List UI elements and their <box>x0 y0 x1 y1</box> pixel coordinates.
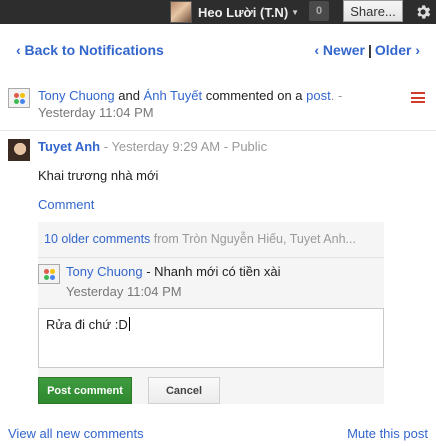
notification-trailing: . - <box>330 88 343 103</box>
chevron-down-icon: ▼ <box>291 7 300 17</box>
pager: ‹ Newer | Older › <box>314 42 420 58</box>
divider <box>38 257 384 258</box>
app-icon <box>8 88 30 108</box>
top-bar: Heo Lười (T.N) ▼ 0 Share... <box>0 0 436 24</box>
older-link[interactable]: Older › <box>375 42 420 58</box>
comment-link[interactable]: Comment <box>38 197 94 212</box>
older-comments-authors: from Tròn Nguyễn Hiếu, Tuyet Anh... <box>150 232 356 246</box>
comment-time: Yesterday 11:04 PM <box>66 284 182 299</box>
notification-summary: Tony Chuong and Ánh Tuyết commented on a… <box>0 86 436 126</box>
account-menu[interactable]: Heo Lười (T.N) ▼ <box>170 0 299 24</box>
comment-input[interactable]: Rửa đi chứ :D <box>38 308 384 368</box>
app-icon <box>38 264 60 284</box>
view-all-comments-link[interactable]: View all new comments <box>8 426 144 441</box>
older-comments-link[interactable]: 10 older comments <box>44 232 150 246</box>
post-time[interactable]: - Yesterday 9:29 AM - <box>104 139 228 154</box>
pager-separator: | <box>367 42 372 58</box>
gear-icon <box>416 5 430 19</box>
avatar[interactable] <box>8 139 30 161</box>
back-to-notifications-link[interactable]: ‹ Back to Notifications <box>16 42 164 58</box>
post-body: Khai trương nhà mới <box>38 168 159 183</box>
newer-link[interactable]: ‹ Newer <box>314 42 365 58</box>
share-button[interactable]: Share... <box>343 0 403 22</box>
comments-section: 10 older comments from Tròn Nguyễn Hiếu,… <box>38 222 384 404</box>
comment-author-link[interactable]: Tony Chuong <box>66 264 143 279</box>
older-comments[interactable]: 10 older comments from Tròn Nguyễn Hiếu,… <box>44 232 356 246</box>
mute-post-link[interactable]: Mute this post <box>347 426 428 441</box>
comment-text: Tony Chuong - Nhanh mới có tiền xài <box>66 264 280 279</box>
post-author-link[interactable]: Tuyet Anh <box>38 139 100 154</box>
cancel-button[interactable]: Cancel <box>148 377 220 404</box>
post-link[interactable]: post <box>306 88 331 103</box>
text-cursor <box>128 317 130 331</box>
settings-button[interactable] <box>409 0 436 24</box>
list-icon[interactable] <box>411 92 425 103</box>
post-visibility[interactable]: Public <box>232 139 267 154</box>
comment-input-value: Rửa đi chứ :D <box>46 317 128 332</box>
notification-action: commented on a <box>202 88 307 103</box>
actor-link[interactable]: Tony Chuong <box>38 88 115 103</box>
post-comment-button[interactable]: Post comment <box>38 377 132 404</box>
notification-conjunction: and <box>114 88 144 103</box>
post-header: Tuyet Anh - Yesterday 9:29 AM - Public <box>38 139 267 154</box>
user-name: Heo Lười (T.N) <box>198 4 289 20</box>
avatar <box>170 1 192 23</box>
comment-body: - Nhanh mới có tiền xài <box>142 264 281 279</box>
actor-link[interactable]: Ánh Tuyết <box>144 88 203 103</box>
notification-count-badge[interactable]: 0 <box>309 1 329 21</box>
notification-text: Tony Chuong and Ánh Tuyết commented on a… <box>38 88 342 103</box>
notification-time: Yesterday 11:04 PM <box>38 105 154 120</box>
divider <box>0 130 436 131</box>
notification-nav: ‹ Back to Notifications ‹ Newer | Older › <box>0 42 436 60</box>
